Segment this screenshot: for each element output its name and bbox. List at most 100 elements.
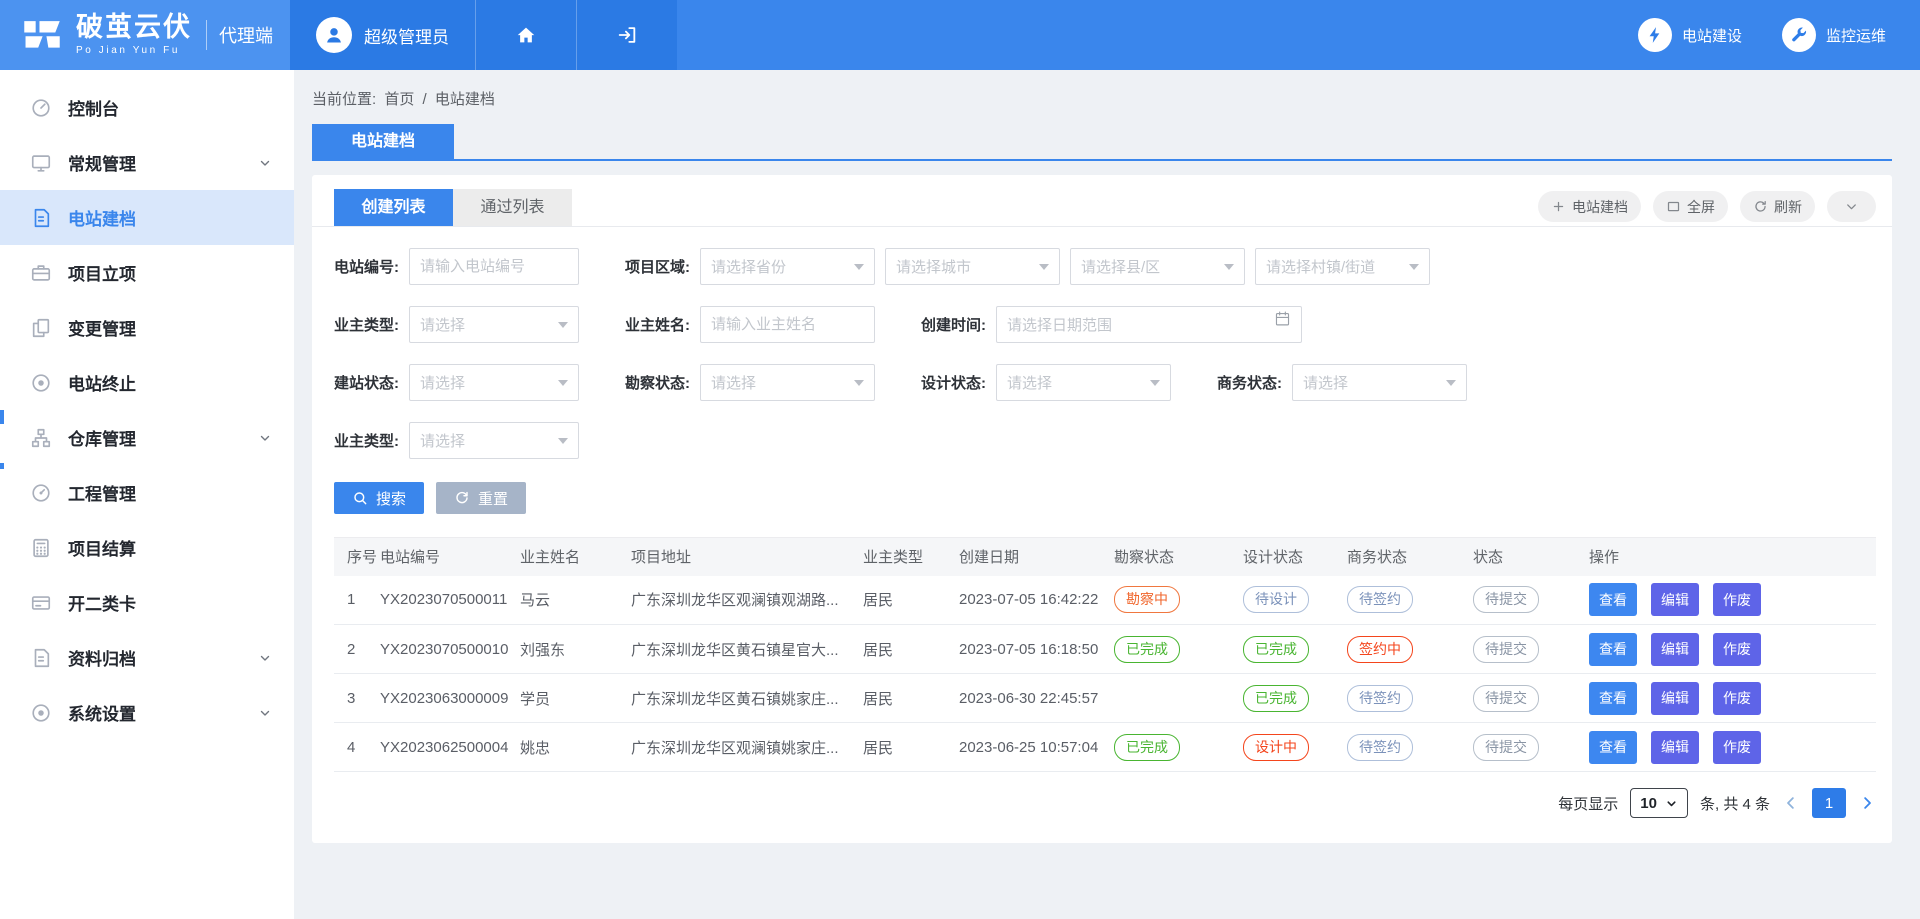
sidebar-item-second-class-card[interactable]: 开二类卡	[0, 575, 294, 630]
sidebar-item-general-management[interactable]: 常规管理	[0, 135, 294, 190]
edit-button[interactable]: 编辑	[1651, 682, 1699, 715]
table-header-cell: 业主姓名	[512, 538, 623, 576]
owner-type-select[interactable]: 请选择	[409, 306, 579, 343]
filter-group: 商务状态:请选择	[1217, 364, 1467, 401]
sidebar-item-project-settlement[interactable]: 项目结算	[0, 520, 294, 575]
created-time-date-range[interactable]: 请选择日期范围	[996, 306, 1302, 343]
logo[interactable]: 破茧云伏 Po Jian Yun Fu 代理端	[0, 0, 290, 70]
owner-type-cell: 居民	[855, 723, 951, 772]
fullscreen-button[interactable]: 全屏	[1653, 191, 1728, 222]
sidebar-item-data-archive[interactable]: 资料归档	[0, 630, 294, 685]
address-cell: 广东深圳龙华区观澜镇观湖路...	[623, 576, 855, 625]
status-cell: 待签约	[1339, 576, 1465, 625]
station-code-cell: YX2023070500011	[372, 576, 512, 625]
view-button[interactable]: 查看	[1589, 682, 1637, 715]
view-button[interactable]: 查看	[1589, 633, 1637, 666]
edit-button[interactable]: 编辑	[1651, 731, 1699, 764]
refresh-button[interactable]: 刷新	[1740, 191, 1815, 222]
sidebar-item-label: 电站终止	[68, 370, 272, 395]
breadcrumb-home[interactable]: 首页	[384, 91, 414, 108]
topnav-station-build[interactable]: 电站建设	[1638, 18, 1742, 52]
dashboard-icon	[30, 97, 52, 119]
next-page-button[interactable]	[1858, 794, 1876, 812]
void-button[interactable]: 作废	[1713, 583, 1761, 616]
village-select[interactable]: 请选择村镇/街道	[1255, 248, 1430, 285]
actions-cell: 查看编辑作废	[1581, 723, 1876, 772]
void-button[interactable]: 作废	[1713, 633, 1761, 666]
owner-name-cell: 学员	[512, 674, 623, 723]
void-button[interactable]: 作废	[1713, 731, 1761, 764]
home-icon	[515, 24, 537, 46]
tab-pass-list[interactable]: 通过列表	[453, 189, 572, 226]
topnav-monitor-ops[interactable]: 监控运维	[1782, 18, 1886, 52]
status-cell: 勘察中	[1106, 576, 1235, 625]
view-button[interactable]: 查看	[1589, 731, 1637, 764]
search-button[interactable]: 搜索	[334, 482, 424, 514]
head-actions: 电站建档 全屏 刷新	[1538, 191, 1876, 226]
per-page-select[interactable]: 10	[1630, 788, 1688, 818]
sidebar-item-station-archive[interactable]: 电站建档	[0, 190, 294, 245]
build-status-select[interactable]: 请选择	[409, 364, 579, 401]
table-wrap: 序号电站编号业主姓名项目地址业主类型创建日期勘察状态设计状态商务状态状态操作 1…	[334, 537, 1876, 772]
survey-status-select[interactable]: 请选择	[700, 364, 875, 401]
collapse-button[interactable]	[1827, 191, 1876, 222]
edit-button[interactable]: 编辑	[1651, 633, 1699, 666]
status-badge: 待设计	[1243, 586, 1309, 613]
status-cell: 已完成	[1235, 674, 1339, 723]
void-button[interactable]: 作废	[1713, 682, 1761, 715]
station-table: 序号电站编号业主姓名项目地址业主类型创建日期勘察状态设计状态商务状态状态操作 1…	[334, 537, 1876, 772]
select-placeholder: 请选择村镇/街道	[1266, 256, 1375, 277]
status-cell: 待设计	[1235, 576, 1339, 625]
sidebar-item-console[interactable]: 控制台	[0, 80, 294, 135]
sidebar-item-warehouse-management[interactable]: 仓库管理	[0, 410, 294, 465]
county-select[interactable]: 请选择县/区	[1070, 248, 1245, 285]
sidebar-item-label: 仓库管理	[68, 425, 258, 450]
sidebar-item-system-settings[interactable]: 系统设置	[0, 685, 294, 740]
sidebar-item-change-management[interactable]: 变更管理	[0, 300, 294, 355]
status-cell: 待提交	[1465, 625, 1581, 674]
add-station-button[interactable]: 电站建档	[1538, 191, 1641, 222]
owner-name-input[interactable]	[700, 306, 875, 343]
design-status-select[interactable]: 请选择	[996, 364, 1171, 401]
prev-page-button[interactable]	[1782, 794, 1800, 812]
chevron-down-icon	[258, 431, 272, 445]
monitor-icon	[30, 152, 52, 174]
sidebar-item-label: 项目结算	[68, 535, 272, 560]
reset-button[interactable]: 重置	[436, 482, 526, 514]
station-code-input[interactable]	[409, 248, 579, 285]
sidebar-item-engineering-management[interactable]: 工程管理	[0, 465, 294, 520]
city-select[interactable]: 请选择城市	[885, 248, 1060, 285]
status-badge: 已完成	[1114, 734, 1180, 761]
business-status-select[interactable]: 请选择	[1292, 364, 1467, 401]
select-placeholder: 请选择	[420, 314, 465, 335]
calculator-icon	[30, 537, 52, 559]
filter-buttons: 搜索 重置	[334, 482, 1892, 514]
sidebar-item-station-termination[interactable]: 电站终止	[0, 355, 294, 410]
tab-create-list[interactable]: 创建列表	[334, 189, 453, 226]
topnav-label: 监控运维	[1826, 25, 1886, 46]
address-cell: 广东深圳龙华区观澜镇姚家庄...	[623, 723, 855, 772]
owner-type-2-select[interactable]: 请选择	[409, 422, 579, 459]
edit-button[interactable]: 编辑	[1651, 583, 1699, 616]
search-icon	[352, 490, 368, 506]
target-icon	[30, 372, 52, 394]
user-menu[interactable]: 超级管理员	[290, 0, 475, 70]
caret-down-icon	[1039, 264, 1049, 275]
home-button[interactable]	[475, 0, 576, 70]
view-button[interactable]: 查看	[1589, 583, 1637, 616]
page-tab-station-archive[interactable]: 电站建档	[312, 124, 454, 159]
select-placeholder: 请选择省份	[711, 256, 786, 277]
status-badge: 待提交	[1473, 685, 1539, 712]
topbar-spacer	[677, 0, 1638, 70]
logout-button[interactable]	[576, 0, 677, 70]
sidebar-item-label: 系统设置	[68, 700, 258, 725]
fullscreen-icon	[1666, 199, 1681, 214]
sidebar-item-project-initiation[interactable]: 项目立项	[0, 245, 294, 300]
owner-name-cell: 马云	[512, 576, 623, 625]
logo-text: 破茧云伏 Po Jian Yun Fu	[76, 14, 192, 56]
province-select[interactable]: 请选择省份	[700, 248, 875, 285]
button-label: 全屏	[1687, 197, 1715, 217]
current-page[interactable]: 1	[1812, 788, 1846, 818]
status-cell: 已完成	[1235, 625, 1339, 674]
created-date-cell: 2023-07-05 16:42:22	[951, 576, 1106, 625]
